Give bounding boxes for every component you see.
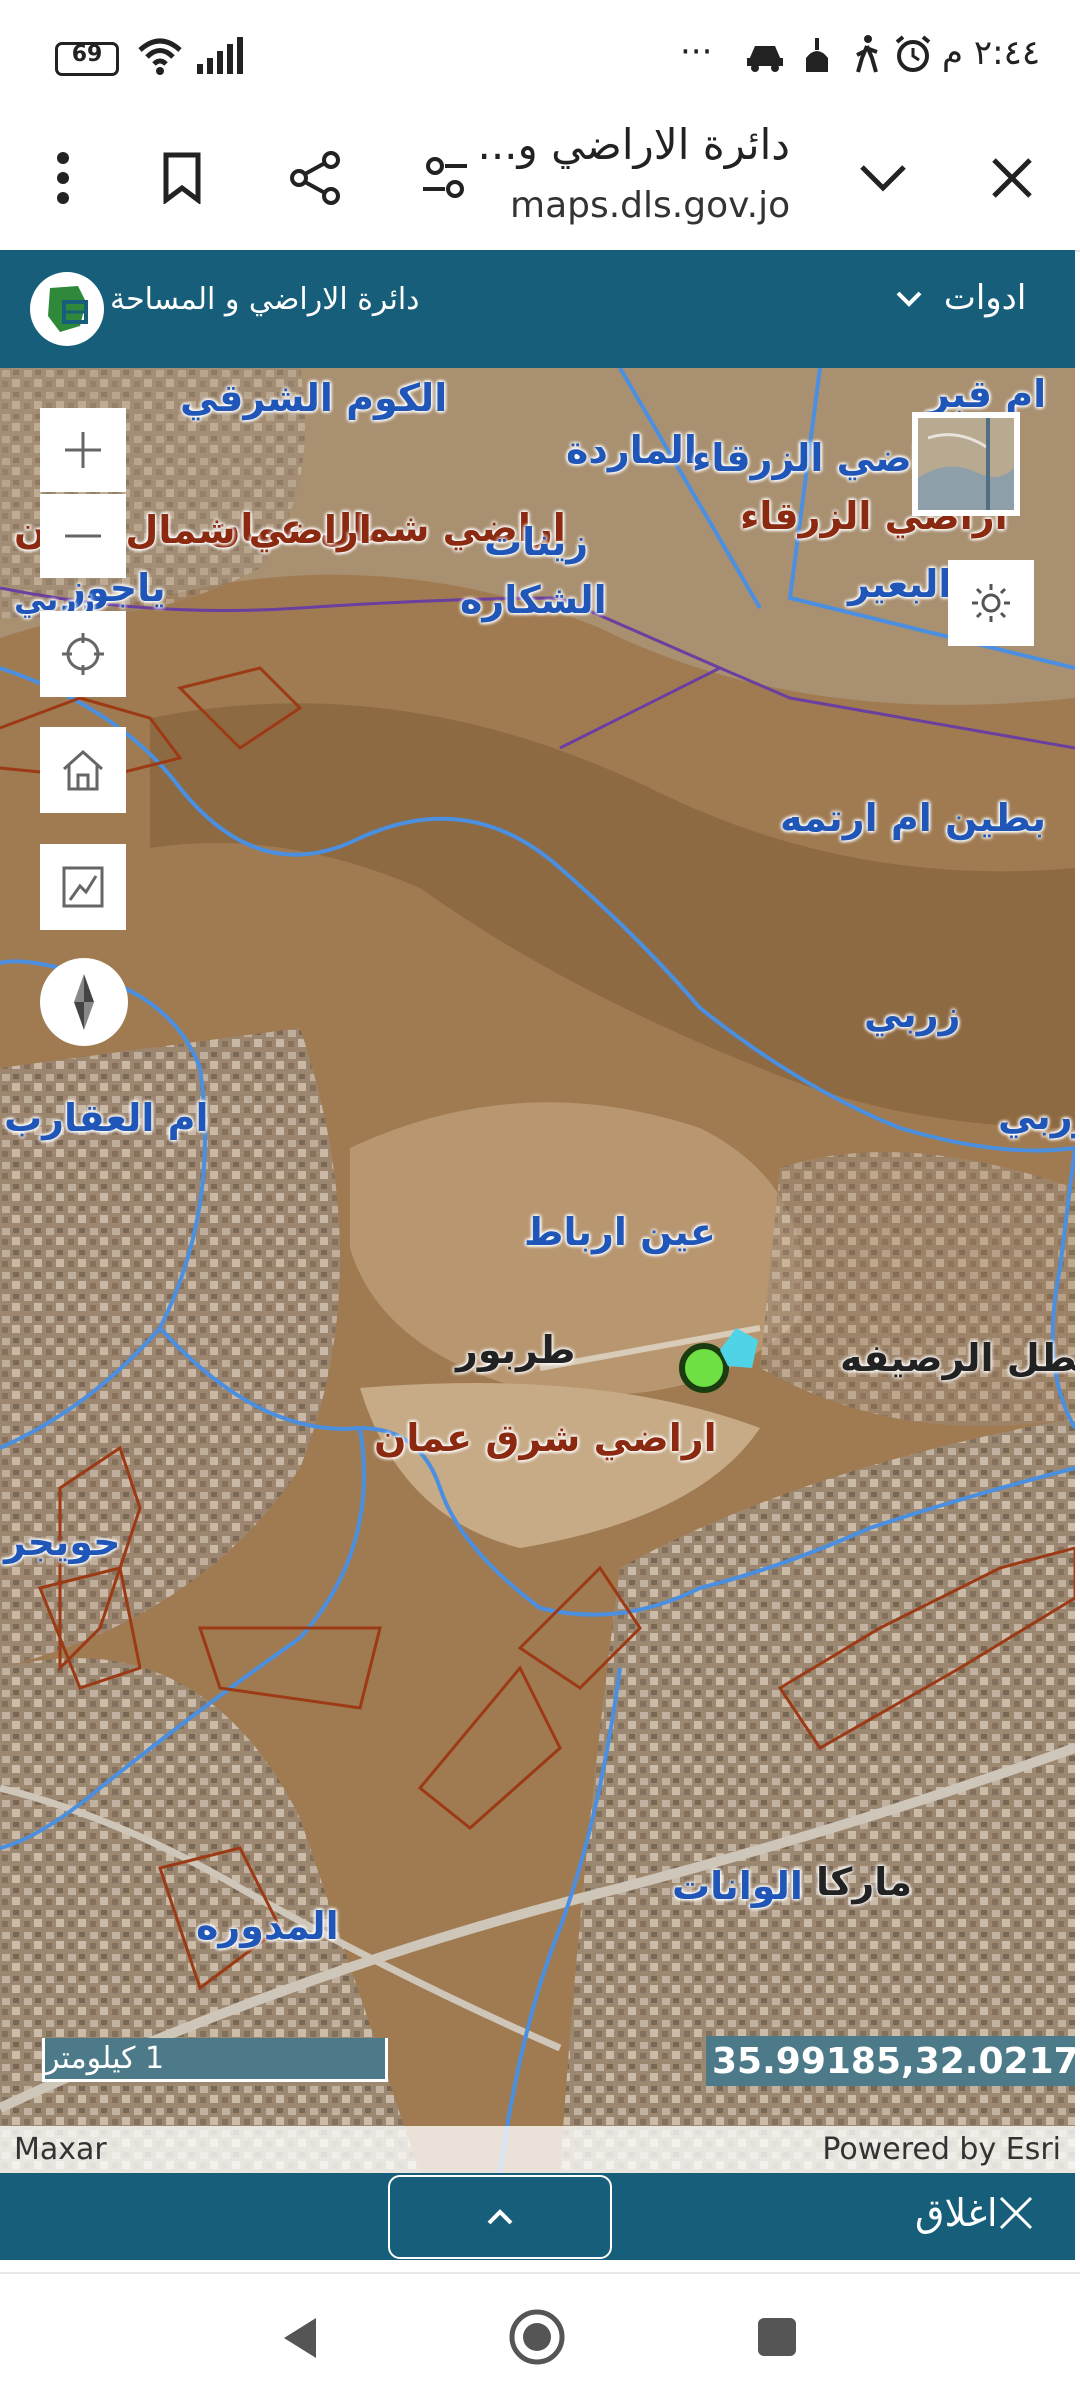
status-bar: 69 ··· ٢:٤٤ م	[0, 0, 1080, 110]
map-label: الماردة	[566, 428, 697, 472]
basemap-thumbnail	[918, 418, 1014, 510]
recents-icon[interactable]	[756, 2316, 798, 2362]
car-icon	[745, 38, 785, 78]
map-label: زربي	[864, 992, 961, 1036]
back-icon[interactable]	[280, 2314, 320, 2366]
bottom-panel: اغلاق	[0, 2173, 1075, 2260]
app-header: دائرة الاراضي و المساحة ادوات	[0, 250, 1075, 368]
browser-toolbar: دائرة الاراضي و... maps.dls.gov.jo	[0, 110, 1080, 252]
attribution-left: Maxar	[14, 2132, 107, 2167]
scale-bar: 1 كيلومتر	[42, 2038, 388, 2082]
map-label: حويجر	[4, 1520, 121, 1564]
map-label: ماركا	[816, 1860, 913, 1904]
brand-title: دائرة الاراضي و المساحة	[110, 282, 420, 317]
basemap-toggle[interactable]	[912, 412, 1020, 516]
map-label: بطين ام ارتمه	[780, 796, 1047, 840]
map-label: الوانات	[672, 1864, 803, 1908]
mosque-icon	[800, 36, 834, 78]
chevron-up-icon	[487, 2209, 513, 2225]
close-panel-label: اغلاق	[915, 2191, 998, 2235]
brand-logo-icon	[30, 272, 104, 346]
crosshair-icon	[62, 633, 104, 675]
home-nav-icon[interactable]	[508, 2308, 566, 2370]
expand-panel-button[interactable]	[388, 2175, 612, 2259]
map-label: الشكاره	[460, 578, 607, 622]
zoom-out-button[interactable]	[40, 494, 126, 578]
measure-button[interactable]	[40, 844, 126, 930]
map-label: الكوم الشرقي	[180, 376, 448, 420]
close-icon[interactable]	[972, 138, 1052, 218]
chevron-down-icon[interactable]	[843, 138, 923, 218]
map-label: المدوره	[196, 1904, 339, 1948]
alarm-icon	[893, 34, 933, 78]
compass-button[interactable]	[40, 958, 128, 1046]
map-label: زينات	[484, 520, 589, 564]
map-label: عطل الرصيفه	[840, 1336, 1075, 1380]
map-label: ام قبر	[928, 372, 1047, 416]
attribution-right[interactable]: Powered by Esri	[822, 2132, 1061, 2167]
page-title: دائرة الاراضي و...	[477, 120, 790, 169]
locate-button[interactable]	[40, 611, 126, 697]
coordinates-readout: 35.99185,32.02170	[706, 2036, 1075, 2086]
page-url[interactable]: maps.dls.gov.jo	[510, 185, 790, 226]
clock: ٢:٤٤ م	[942, 33, 1041, 73]
battery-icon: 69	[55, 42, 119, 76]
brightness-button[interactable]	[948, 560, 1034, 646]
compass-icon	[74, 974, 94, 1030]
map-label: ام العقارب	[4, 1096, 209, 1140]
more-options-icon[interactable]	[23, 138, 103, 218]
status-more: ···	[680, 32, 713, 72]
map-label: طربور	[456, 1328, 576, 1372]
share-icon[interactable]	[275, 138, 355, 218]
tools-menu-label: ادوات	[943, 278, 1027, 318]
home-icon	[62, 749, 104, 791]
zoom-in-button[interactable]	[40, 408, 126, 492]
system-nav-bar	[0, 2272, 1080, 2402]
wifi-icon	[135, 36, 185, 80]
map-label: البعير	[848, 562, 952, 606]
signal-icon	[195, 36, 247, 80]
measure-icon	[62, 866, 104, 908]
map-label: عين ارباط	[524, 1210, 716, 1254]
map-attribution: Maxar Powered by Esri	[0, 2126, 1075, 2173]
close-panel-button[interactable]: اغلاق	[915, 2191, 1034, 2235]
plus-icon	[65, 432, 101, 468]
bookmark-icon[interactable]	[142, 138, 222, 218]
walk-icon	[852, 34, 882, 78]
map-view[interactable]: الكوم الشرقي ام قبر الماردة اراضي الزرقا…	[0, 368, 1075, 2173]
map-label: زربي	[998, 1094, 1075, 1138]
satellite-imagery	[0, 368, 1075, 2173]
minus-icon	[65, 534, 101, 538]
home-button[interactable]	[40, 727, 126, 813]
tools-menu[interactable]: ادوات	[895, 278, 1026, 318]
battery-level: 69	[71, 42, 103, 67]
sun-icon	[972, 584, 1010, 622]
map-label: اراضي شرق عمان	[374, 1416, 717, 1460]
close-icon	[999, 2196, 1032, 2230]
chevron-down-icon	[896, 291, 922, 307]
